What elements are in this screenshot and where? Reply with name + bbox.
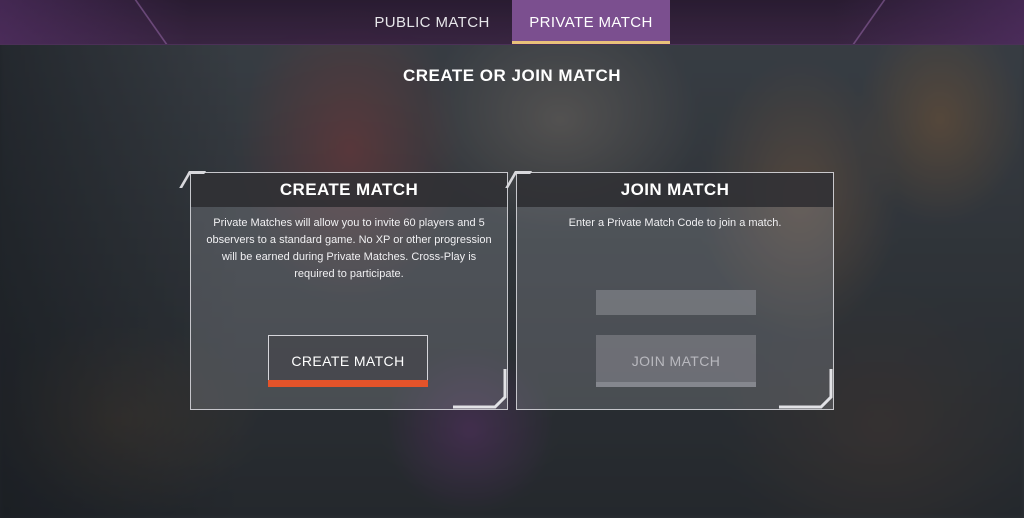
join-match-description: Enter a Private Match Code to join a mat… xyxy=(568,217,782,229)
create-match-description: Private Matches will allow you to invite… xyxy=(206,217,492,280)
create-button-accent-bar xyxy=(268,380,428,387)
create-match-button-label: CREATE MATCH xyxy=(291,353,405,369)
create-match-panel: CREATE MATCH Private Matches will allow … xyxy=(179,171,508,410)
panel-corner-bracket-icon xyxy=(453,369,507,409)
tab-public-match[interactable]: PUBLIC MATCH xyxy=(364,0,500,44)
page-title: CREATE OR JOIN MATCH xyxy=(402,66,622,85)
topbar-decoration-right xyxy=(834,0,1024,44)
join-match-panel: JOIN MATCH Enter a Private Match Code to… xyxy=(505,171,834,410)
join-button-accent-bar xyxy=(596,382,756,387)
join-match-title: JOIN MATCH xyxy=(517,173,833,207)
top-tab-bar: PUBLIC MATCH PRIVATE MATCH xyxy=(0,0,1024,45)
tab-private-match[interactable]: PRIVATE MATCH xyxy=(512,0,670,44)
panel-corner-bracket-icon xyxy=(779,369,833,409)
join-match-button[interactable]: JOIN MATCH xyxy=(596,335,756,387)
create-match-button[interactable]: CREATE MATCH xyxy=(268,335,428,387)
private-match-code-input[interactable] xyxy=(596,290,756,315)
join-match-button-label: JOIN MATCH xyxy=(631,353,721,369)
create-match-title: CREATE MATCH xyxy=(191,173,507,207)
